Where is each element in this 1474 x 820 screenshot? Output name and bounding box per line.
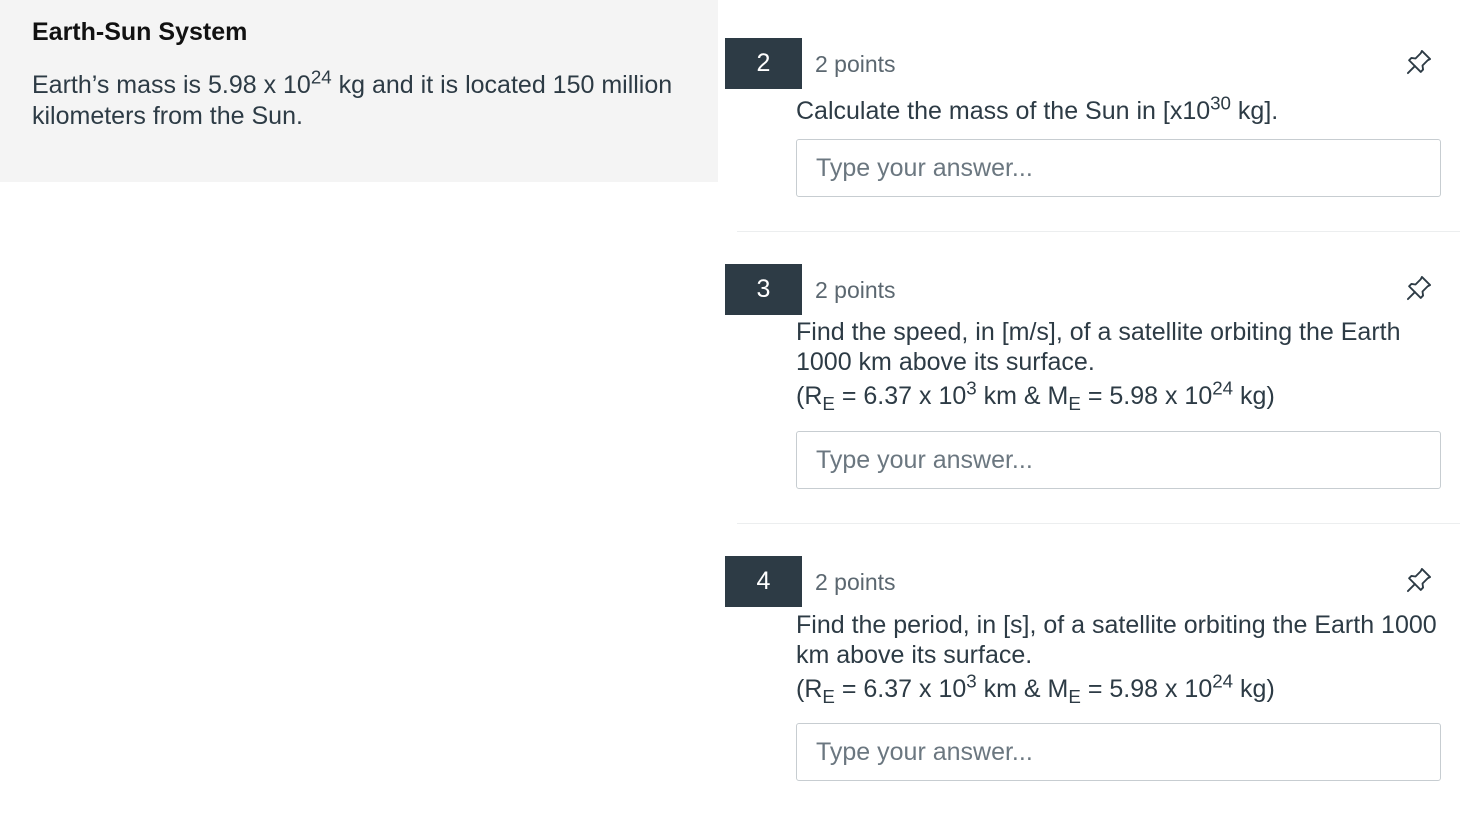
formula-exponent: 3: [966, 670, 977, 692]
question-points: 2 points: [815, 569, 896, 595]
question-divider: [737, 523, 1460, 524]
question-number-badge: 3: [725, 264, 802, 315]
question-formula: (RE = 6.37 x 103 km & ME = 5.98 x 1024 k…: [796, 377, 1456, 414]
formula-part: = 5.98 x 10: [1080, 382, 1213, 410]
answer-input[interactable]: [796, 431, 1441, 489]
pin-icon[interactable]: [1405, 274, 1433, 302]
question-text: Find the period, in [s], of a satellite …: [796, 610, 1456, 707]
pin-icon[interactable]: [1405, 48, 1433, 76]
answer-input[interactable]: [796, 139, 1441, 197]
question-3: 3 2 points Find the speed, in [m/s], of …: [725, 264, 1465, 494]
question-text-exponent: 30: [1210, 92, 1231, 114]
question-text: Find the speed, in [m/s], of a satellite…: [796, 317, 1456, 414]
formula-subscript: E: [822, 393, 835, 414]
formula-part: kg): [1233, 382, 1275, 410]
formula-part: kg): [1233, 675, 1275, 703]
stimulus-text-part1: Earth’s mass is 5.98 x 10: [32, 71, 311, 99]
question-number-badge: 2: [725, 38, 802, 89]
question-formula: (RE = 6.37 x 103 km & ME = 5.98 x 1024 k…: [796, 670, 1456, 707]
question-text-part1: Calculate the mass of the Sun in [x10: [796, 97, 1211, 125]
formula-part: = 6.37 x 10: [834, 675, 967, 703]
formula-part: (R: [796, 675, 823, 703]
formula-subscript: E: [1068, 686, 1081, 707]
question-points: 2 points: [815, 51, 896, 77]
formula-part: = 6.37 x 10: [834, 382, 967, 410]
question-divider: [737, 231, 1460, 232]
formula-exponent: 24: [1212, 670, 1234, 692]
stimulus-text-exponent: 24: [310, 66, 332, 88]
question-points: 2 points: [815, 277, 896, 303]
question-2: 2 2 points Calculate the mass of the Sun…: [725, 38, 1465, 208]
question-number-badge: 4: [725, 556, 802, 607]
quiz-page: Earth-Sun System Earth’s mass is 5.98 x …: [0, 0, 1474, 820]
formula-part: km & M: [976, 382, 1069, 410]
pin-icon[interactable]: [1405, 566, 1433, 594]
formula-exponent: 24: [1212, 377, 1234, 399]
stimulus-title: Earth-Sun System: [32, 18, 248, 46]
question-text-body: Find the period, in [s], of a satellite …: [796, 611, 1437, 669]
formula-subscript: E: [822, 686, 835, 707]
formula-subscript: E: [1068, 393, 1081, 414]
answer-input[interactable]: [796, 723, 1441, 781]
question-4: 4 2 points Find the period, in [s], of a…: [725, 556, 1465, 786]
formula-part: km & M: [976, 675, 1069, 703]
formula-part: = 5.98 x 10: [1080, 675, 1213, 703]
question-text: Calculate the mass of the Sun in [x1030 …: [796, 92, 1456, 126]
question-text-part2: kg].: [1230, 97, 1279, 125]
question-text-body: Find the speed, in [m/s], of a satellite…: [796, 318, 1401, 376]
stimulus-panel: Earth-Sun System Earth’s mass is 5.98 x …: [0, 0, 718, 182]
formula-exponent: 3: [966, 377, 977, 399]
stimulus-text: Earth’s mass is 5.98 x 1024 kg and it is…: [32, 66, 692, 132]
formula-part: (R: [796, 382, 823, 410]
